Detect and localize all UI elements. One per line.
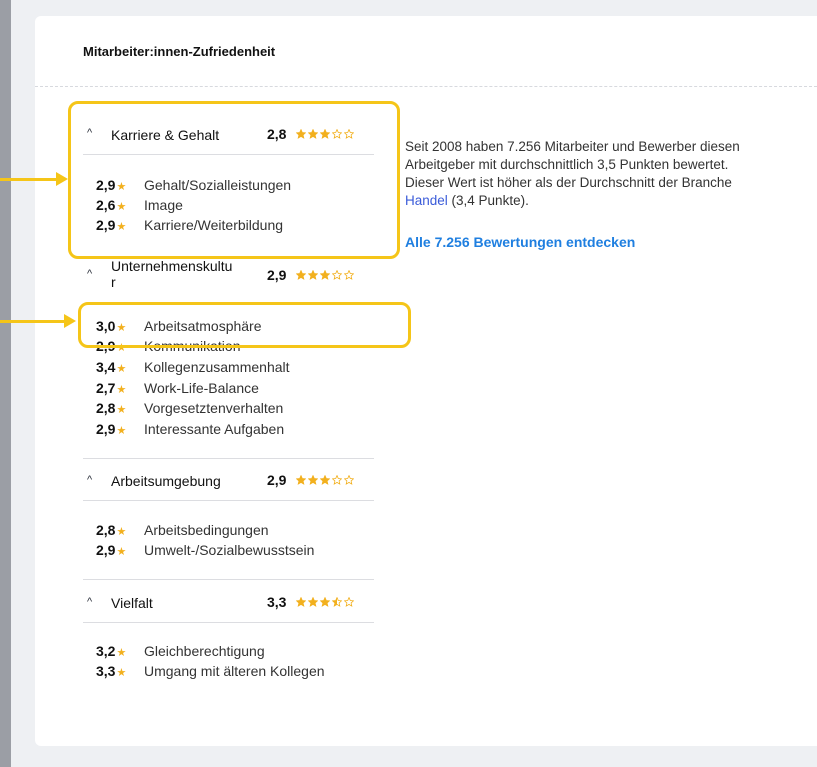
- star-empty-icon: [332, 475, 342, 485]
- left-edge-strip: [0, 0, 11, 767]
- list-item: 2,9 ★ Interessante Aufgaben: [96, 421, 285, 437]
- chevron-up-icon[interactable]: ^: [87, 596, 92, 608]
- star-icon: ★: [116, 425, 127, 437]
- star-half-icon: [320, 270, 330, 280]
- star-filled-icon: [296, 270, 306, 280]
- star-filled-icon: [296, 475, 306, 485]
- star-filled-icon: [320, 597, 330, 607]
- rating-description: Seit 2008 haben 7.256 Mitarbeiter und Be…: [405, 139, 740, 208]
- section-score-kultur: 2,9: [267, 267, 287, 283]
- star-rating-arbeitsumgebung: [296, 475, 354, 485]
- star-filled-icon: [296, 597, 306, 607]
- star-icon: ★: [116, 667, 127, 679]
- highlight-box-arbeitsatmosphaere: [78, 302, 411, 348]
- section-score-vielfalt: 3,3: [267, 594, 287, 610]
- star-half-icon: [332, 597, 342, 607]
- star-icon: ★: [116, 384, 127, 396]
- star-icon: ★: [116, 526, 127, 538]
- star-rating-kultur: [296, 270, 354, 280]
- star-half-icon: [320, 475, 330, 485]
- list-item: 3,2 ★ Gleichberechtigung: [96, 643, 265, 659]
- star-filled-icon: [308, 270, 318, 280]
- annotation-arrow-head: [56, 172, 68, 186]
- section-divider: [83, 622, 374, 623]
- branch-link[interactable]: Handel: [405, 193, 448, 208]
- list-item: 2,7 ★ Work-Life-Balance: [96, 380, 259, 396]
- section-title-kultur[interactable]: Unternehmenskultu r: [111, 258, 261, 290]
- section-title-vielfalt[interactable]: Vielfalt: [111, 595, 153, 611]
- star-empty-icon: [344, 270, 354, 280]
- list-item: 2,8 ★ Arbeitsbedingungen: [96, 522, 269, 538]
- star-empty-icon: [344, 597, 354, 607]
- star-filled-icon: [308, 597, 318, 607]
- list-item: 3,3 ★ Umgang mit älteren Kollegen: [96, 663, 325, 679]
- section-divider: [83, 500, 374, 501]
- all-reviews-link[interactable]: Alle 7.256 Bewertungen entdecken: [405, 234, 635, 250]
- star-icon: ★: [116, 363, 127, 375]
- star-rating-vielfalt: [296, 597, 354, 607]
- chevron-up-icon[interactable]: ^: [87, 268, 92, 280]
- section-divider: [83, 458, 374, 459]
- dashed-divider: [35, 86, 817, 87]
- star-filled-icon: [308, 475, 318, 485]
- star-empty-icon: [344, 475, 354, 485]
- annotation-arrow-head: [64, 314, 76, 328]
- section-title-arbeitsumgebung[interactable]: Arbeitsumgebung: [111, 473, 221, 489]
- star-empty-icon: [332, 270, 342, 280]
- list-item: 2,9 ★ Umwelt-/Sozialbewusstsein: [96, 542, 315, 558]
- card-title: Mitarbeiter:innen-Zufriedenheit: [83, 44, 276, 59]
- list-item: 3,4 ★ Kollegenzusammenhalt: [96, 359, 290, 375]
- section-score-arbeitsumgebung: 2,9: [267, 472, 287, 488]
- annotation-arrow-line: [0, 320, 66, 323]
- list-item: 2,8 ★ Vorgesetztenverhalten: [96, 400, 284, 416]
- highlight-box-karriere: [68, 101, 400, 259]
- section-divider: [83, 579, 374, 580]
- annotation-arrow-line: [0, 178, 58, 181]
- star-icon: ★: [116, 647, 127, 659]
- star-icon: ★: [116, 404, 127, 416]
- star-icon: ★: [116, 546, 127, 558]
- chevron-up-icon[interactable]: ^: [87, 474, 92, 486]
